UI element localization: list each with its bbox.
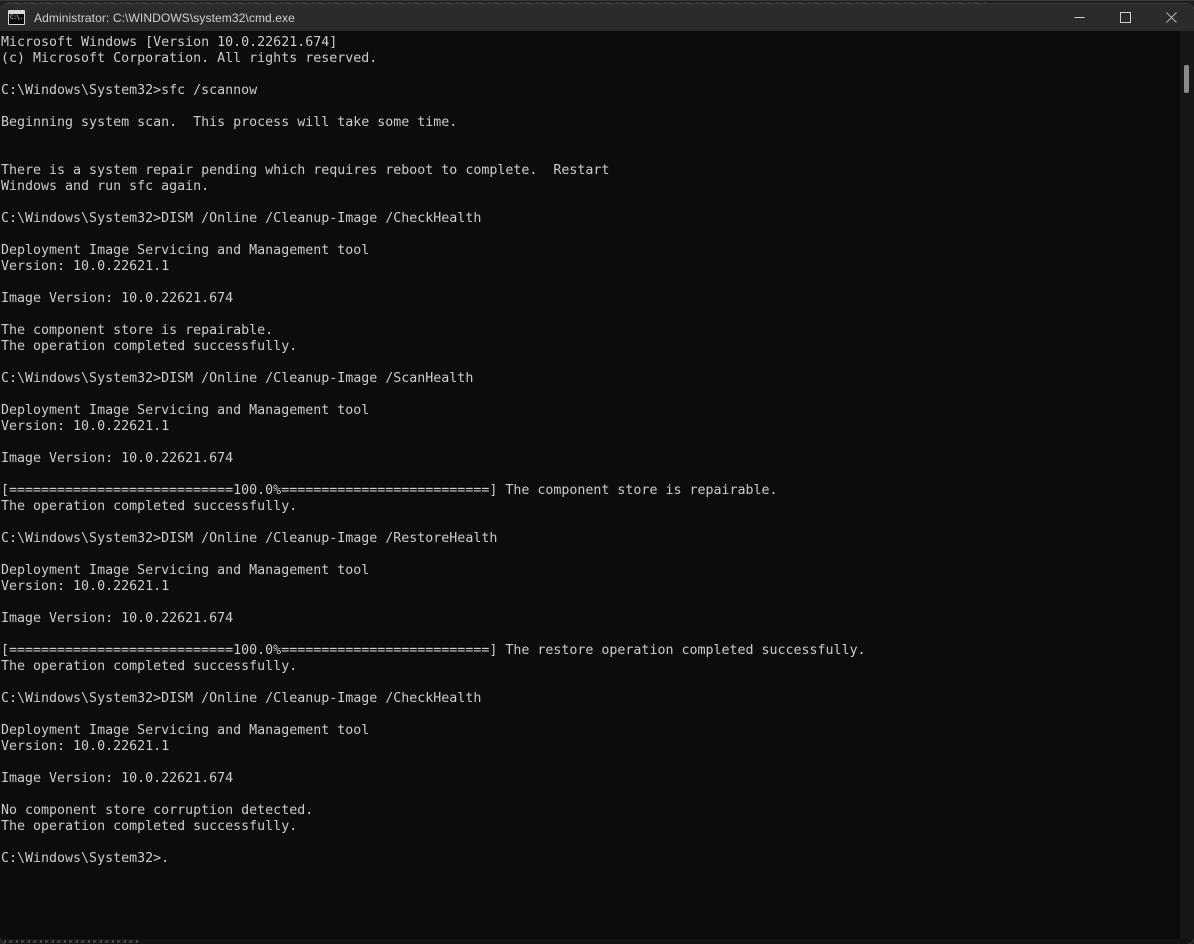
console-scrollbar[interactable] — [1180, 31, 1194, 944]
cmd-console-icon-glyph: C:\. — [10, 14, 23, 21]
background-bottom-strip — [0, 939, 1194, 944]
minimize-button[interactable] — [1056, 4, 1102, 31]
close-button[interactable] — [1148, 4, 1194, 31]
cmd-console-icon: C:\. — [8, 10, 25, 25]
maximize-button[interactable] — [1102, 4, 1148, 31]
console-scrollbar-thumb[interactable] — [1184, 65, 1189, 93]
window-titlebar[interactable]: C:\. Administrator: C:\WINDOWS\system32\… — [0, 4, 1194, 31]
background-bottom-strip-detail — [4, 940, 140, 943]
window-controls — [1056, 4, 1194, 31]
console-text: Microsoft Windows [Version 10.0.22621.67… — [1, 35, 866, 866]
window-title: Administrator: C:\WINDOWS\system32\cmd.e… — [34, 10, 295, 25]
console-output-area[interactable]: Microsoft Windows [Version 10.0.22621.67… — [0, 31, 1194, 944]
command-prompt-window: C:\. Administrator: C:\WINDOWS\system32\… — [0, 4, 1194, 944]
